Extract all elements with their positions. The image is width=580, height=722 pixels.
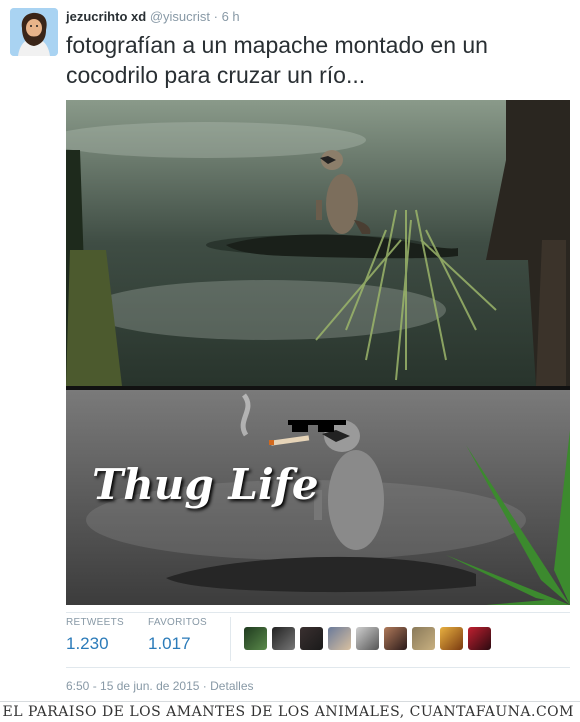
retweets-count[interactable]: 1.230 <box>66 634 124 654</box>
tweet-meta: 6:50 - 15 de jun. de 2015 · Detalles <box>66 679 254 693</box>
stats-top-divider <box>66 612 570 613</box>
tweet-timestamp[interactable]: 6:50 - 15 de jun. de 2015 <box>66 679 199 693</box>
avatar[interactable] <box>10 8 58 56</box>
faver-avatar[interactable] <box>328 627 351 650</box>
watermark-text: EL PARAISO DE LOS AMANTES DE LOS ANIMALE… <box>2 704 574 720</box>
faver-avatar[interactable] <box>412 627 435 650</box>
display-name[interactable]: jezucrihto xd <box>66 9 146 24</box>
faver-avatar[interactable] <box>244 627 267 650</box>
faver-avatar[interactable] <box>440 627 463 650</box>
watermark-bar: EL PARAISO DE LOS AMANTES DE LOS ANIMALE… <box>0 701 580 722</box>
favorite-stat[interactable]: FAVORITOS 1.017 <box>148 617 207 654</box>
faver-avatar[interactable] <box>356 627 379 650</box>
favorites-count[interactable]: 1.017 <box>148 634 207 654</box>
faver-avatar[interactable] <box>468 627 491 650</box>
details-link[interactable]: Detalles <box>210 679 253 693</box>
photo-top <box>66 100 570 386</box>
retweets-label: RETWEETS <box>66 617 124 628</box>
tweet-header: jezucrihto xd @yisucrist · 6 h <box>66 9 240 24</box>
favorites-label: FAVORITOS <box>148 617 208 628</box>
media-illustration <box>66 100 570 605</box>
avatar-image <box>10 8 58 56</box>
favoriters-list <box>244 627 491 650</box>
faver-avatar[interactable] <box>272 627 295 650</box>
faver-avatar[interactable] <box>384 627 407 650</box>
faver-avatar[interactable] <box>300 627 323 650</box>
tweet-text: fotografían a un mapache montado en un c… <box>66 32 488 88</box>
thug-life-overlay: Thug Life <box>92 460 319 509</box>
separator: · <box>213 9 218 24</box>
handle[interactable]: @yisucrist <box>150 9 210 24</box>
retweet-stat[interactable]: RETWEETS 1.230 <box>66 617 124 654</box>
stats-divider <box>230 617 231 661</box>
stats-bottom-divider <box>66 667 570 668</box>
tweet-time[interactable]: 6 h <box>222 9 240 24</box>
tweet-media[interactable]: Thug Life <box>66 100 570 605</box>
